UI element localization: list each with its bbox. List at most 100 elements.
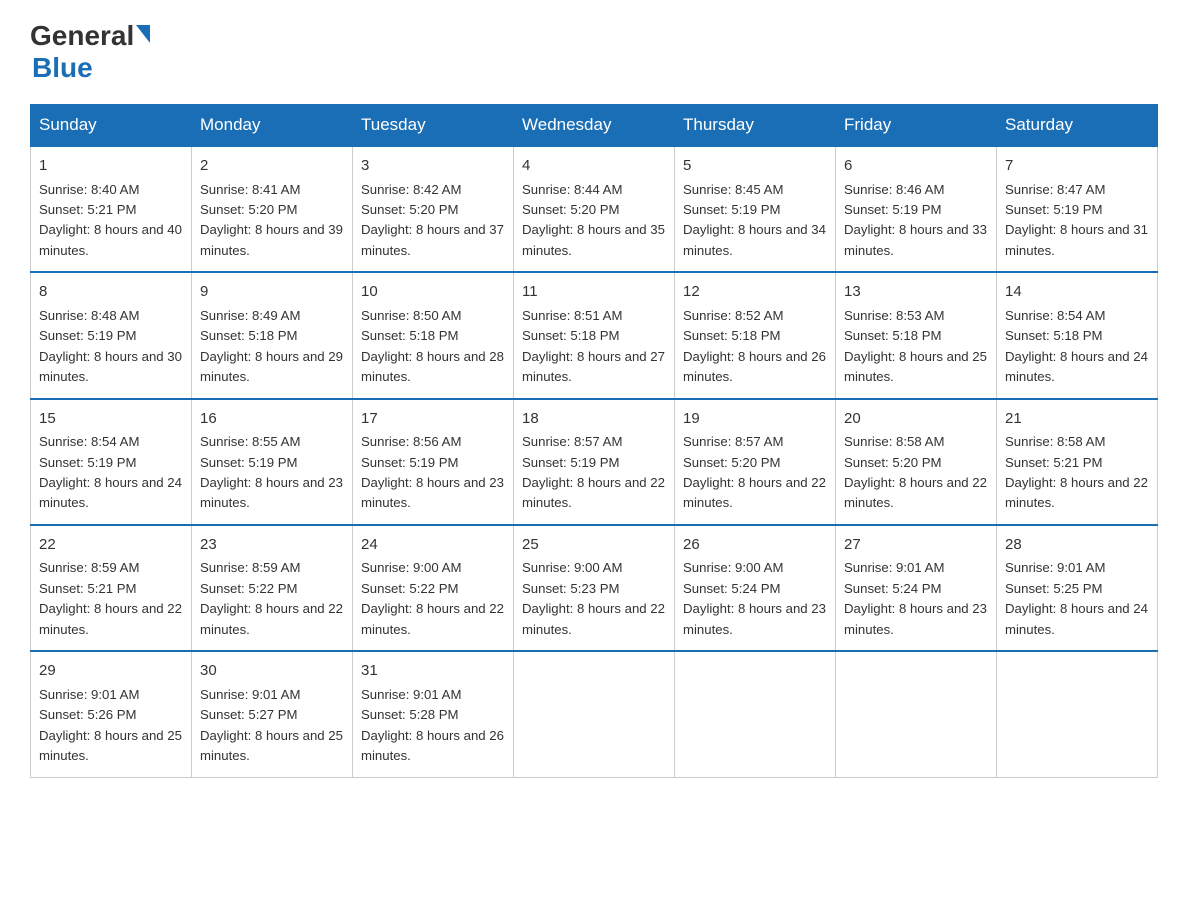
day-info: Sunrise: 8:55 AMSunset: 5:19 PMDaylight:… — [200, 432, 344, 514]
day-info: Sunrise: 9:01 AMSunset: 5:27 PMDaylight:… — [200, 685, 344, 767]
calendar-cell: 20Sunrise: 8:58 AMSunset: 5:20 PMDayligh… — [836, 399, 997, 525]
day-info: Sunrise: 8:58 AMSunset: 5:21 PMDaylight:… — [1005, 432, 1149, 514]
logo-general-text: General — [30, 20, 134, 52]
day-number: 13 — [844, 281, 988, 304]
day-info: Sunrise: 8:40 AMSunset: 5:21 PMDaylight:… — [39, 180, 183, 262]
day-info: Sunrise: 9:01 AMSunset: 5:28 PMDaylight:… — [361, 685, 505, 767]
day-number: 24 — [361, 534, 505, 557]
calendar-cell — [997, 651, 1158, 777]
calendar-week-row: 29Sunrise: 9:01 AMSunset: 5:26 PMDayligh… — [31, 651, 1158, 777]
day-number: 16 — [200, 408, 344, 431]
day-info: Sunrise: 9:01 AMSunset: 5:24 PMDaylight:… — [844, 558, 988, 640]
day-info: Sunrise: 8:57 AMSunset: 5:19 PMDaylight:… — [522, 432, 666, 514]
day-number: 4 — [522, 155, 666, 178]
day-number: 15 — [39, 408, 183, 431]
calendar-cell: 25Sunrise: 9:00 AMSunset: 5:23 PMDayligh… — [514, 525, 675, 651]
day-number: 29 — [39, 660, 183, 683]
day-info: Sunrise: 8:50 AMSunset: 5:18 PMDaylight:… — [361, 306, 505, 388]
day-number: 7 — [1005, 155, 1149, 178]
calendar-cell: 11Sunrise: 8:51 AMSunset: 5:18 PMDayligh… — [514, 272, 675, 398]
day-info: Sunrise: 8:46 AMSunset: 5:19 PMDaylight:… — [844, 180, 988, 262]
calendar-cell: 30Sunrise: 9:01 AMSunset: 5:27 PMDayligh… — [192, 651, 353, 777]
day-number: 12 — [683, 281, 827, 304]
weekday-header-saturday: Saturday — [997, 105, 1158, 147]
calendar-cell: 2Sunrise: 8:41 AMSunset: 5:20 PMDaylight… — [192, 146, 353, 272]
calendar-cell: 15Sunrise: 8:54 AMSunset: 5:19 PMDayligh… — [31, 399, 192, 525]
day-number: 27 — [844, 534, 988, 557]
page-header: General Blue — [30, 20, 1158, 84]
calendar-cell — [514, 651, 675, 777]
calendar-cell: 23Sunrise: 8:59 AMSunset: 5:22 PMDayligh… — [192, 525, 353, 651]
calendar-cell: 14Sunrise: 8:54 AMSunset: 5:18 PMDayligh… — [997, 272, 1158, 398]
day-info: Sunrise: 8:58 AMSunset: 5:20 PMDaylight:… — [844, 432, 988, 514]
day-number: 11 — [522, 281, 666, 304]
calendar-cell — [675, 651, 836, 777]
day-number: 28 — [1005, 534, 1149, 557]
weekday-header-thursday: Thursday — [675, 105, 836, 147]
weekday-header-row: SundayMondayTuesdayWednesdayThursdayFrid… — [31, 105, 1158, 147]
day-number: 2 — [200, 155, 344, 178]
calendar-week-row: 1Sunrise: 8:40 AMSunset: 5:21 PMDaylight… — [31, 146, 1158, 272]
calendar-cell: 8Sunrise: 8:48 AMSunset: 5:19 PMDaylight… — [31, 272, 192, 398]
day-info: Sunrise: 9:00 AMSunset: 5:24 PMDaylight:… — [683, 558, 827, 640]
day-info: Sunrise: 8:41 AMSunset: 5:20 PMDaylight:… — [200, 180, 344, 262]
weekday-header-wednesday: Wednesday — [514, 105, 675, 147]
day-number: 20 — [844, 408, 988, 431]
calendar-cell: 16Sunrise: 8:55 AMSunset: 5:19 PMDayligh… — [192, 399, 353, 525]
calendar-cell: 1Sunrise: 8:40 AMSunset: 5:21 PMDaylight… — [31, 146, 192, 272]
calendar-cell: 12Sunrise: 8:52 AMSunset: 5:18 PMDayligh… — [675, 272, 836, 398]
day-number: 17 — [361, 408, 505, 431]
calendar-cell: 17Sunrise: 8:56 AMSunset: 5:19 PMDayligh… — [353, 399, 514, 525]
calendar-cell: 6Sunrise: 8:46 AMSunset: 5:19 PMDaylight… — [836, 146, 997, 272]
calendar-cell: 31Sunrise: 9:01 AMSunset: 5:28 PMDayligh… — [353, 651, 514, 777]
calendar-cell: 28Sunrise: 9:01 AMSunset: 5:25 PMDayligh… — [997, 525, 1158, 651]
weekday-header-sunday: Sunday — [31, 105, 192, 147]
calendar-week-row: 22Sunrise: 8:59 AMSunset: 5:21 PMDayligh… — [31, 525, 1158, 651]
weekday-header-friday: Friday — [836, 105, 997, 147]
calendar-cell: 22Sunrise: 8:59 AMSunset: 5:21 PMDayligh… — [31, 525, 192, 651]
day-number: 25 — [522, 534, 666, 557]
day-number: 30 — [200, 660, 344, 683]
day-info: Sunrise: 8:42 AMSunset: 5:20 PMDaylight:… — [361, 180, 505, 262]
day-number: 31 — [361, 660, 505, 683]
day-info: Sunrise: 8:54 AMSunset: 5:19 PMDaylight:… — [39, 432, 183, 514]
day-info: Sunrise: 8:47 AMSunset: 5:19 PMDaylight:… — [1005, 180, 1149, 262]
day-number: 19 — [683, 408, 827, 431]
calendar-cell — [836, 651, 997, 777]
calendar-cell: 21Sunrise: 8:58 AMSunset: 5:21 PMDayligh… — [997, 399, 1158, 525]
calendar-cell: 9Sunrise: 8:49 AMSunset: 5:18 PMDaylight… — [192, 272, 353, 398]
calendar-cell: 29Sunrise: 9:01 AMSunset: 5:26 PMDayligh… — [31, 651, 192, 777]
calendar-cell: 27Sunrise: 9:01 AMSunset: 5:24 PMDayligh… — [836, 525, 997, 651]
day-info: Sunrise: 8:57 AMSunset: 5:20 PMDaylight:… — [683, 432, 827, 514]
day-info: Sunrise: 9:01 AMSunset: 5:26 PMDaylight:… — [39, 685, 183, 767]
calendar-cell: 24Sunrise: 9:00 AMSunset: 5:22 PMDayligh… — [353, 525, 514, 651]
day-info: Sunrise: 8:45 AMSunset: 5:19 PMDaylight:… — [683, 180, 827, 262]
day-number: 6 — [844, 155, 988, 178]
day-info: Sunrise: 9:00 AMSunset: 5:23 PMDaylight:… — [522, 558, 666, 640]
calendar-cell: 18Sunrise: 8:57 AMSunset: 5:19 PMDayligh… — [514, 399, 675, 525]
day-info: Sunrise: 9:00 AMSunset: 5:22 PMDaylight:… — [361, 558, 505, 640]
calendar-cell: 10Sunrise: 8:50 AMSunset: 5:18 PMDayligh… — [353, 272, 514, 398]
calendar-week-row: 15Sunrise: 8:54 AMSunset: 5:19 PMDayligh… — [31, 399, 1158, 525]
day-number: 10 — [361, 281, 505, 304]
logo: General Blue — [30, 20, 150, 84]
day-number: 26 — [683, 534, 827, 557]
day-number: 23 — [200, 534, 344, 557]
day-number: 21 — [1005, 408, 1149, 431]
calendar-cell: 19Sunrise: 8:57 AMSunset: 5:20 PMDayligh… — [675, 399, 836, 525]
day-info: Sunrise: 8:56 AMSunset: 5:19 PMDaylight:… — [361, 432, 505, 514]
day-number: 3 — [361, 155, 505, 178]
day-info: Sunrise: 8:52 AMSunset: 5:18 PMDaylight:… — [683, 306, 827, 388]
day-info: Sunrise: 9:01 AMSunset: 5:25 PMDaylight:… — [1005, 558, 1149, 640]
day-info: Sunrise: 8:59 AMSunset: 5:21 PMDaylight:… — [39, 558, 183, 640]
day-number: 5 — [683, 155, 827, 178]
day-info: Sunrise: 8:48 AMSunset: 5:19 PMDaylight:… — [39, 306, 183, 388]
day-number: 1 — [39, 155, 183, 178]
day-info: Sunrise: 8:49 AMSunset: 5:18 PMDaylight:… — [200, 306, 344, 388]
calendar-week-row: 8Sunrise: 8:48 AMSunset: 5:19 PMDaylight… — [31, 272, 1158, 398]
calendar-cell: 7Sunrise: 8:47 AMSunset: 5:19 PMDaylight… — [997, 146, 1158, 272]
day-info: Sunrise: 8:44 AMSunset: 5:20 PMDaylight:… — [522, 180, 666, 262]
day-number: 14 — [1005, 281, 1149, 304]
calendar-cell: 3Sunrise: 8:42 AMSunset: 5:20 PMDaylight… — [353, 146, 514, 272]
day-info: Sunrise: 8:53 AMSunset: 5:18 PMDaylight:… — [844, 306, 988, 388]
